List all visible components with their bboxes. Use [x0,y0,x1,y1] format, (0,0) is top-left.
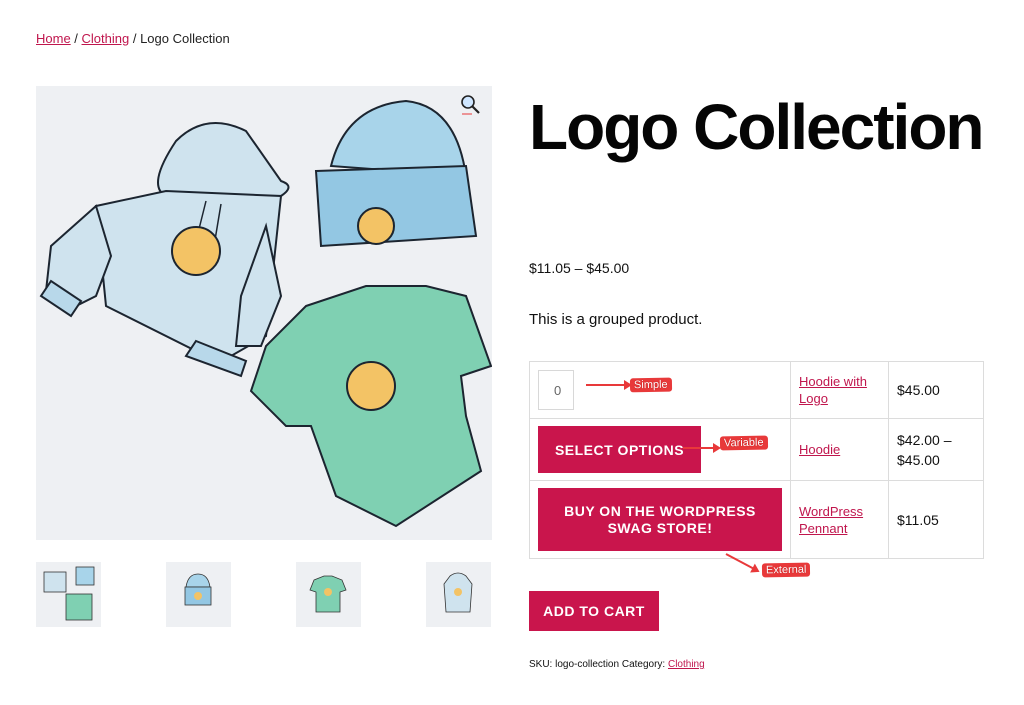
product-name-cell: WordPress Pennant [790,480,889,559]
product-title: Logo Collection [529,91,985,163]
magnifier-icon[interactable] [460,94,482,116]
category-label: Category: [621,659,666,670]
product-link-wordpress-pennant[interactable]: WordPress Pennant [799,504,863,536]
breadcrumb-clothing-link[interactable]: Clothing [82,31,130,46]
product-link-hoodie-with-logo[interactable]: Hoodie with Logo [799,374,867,406]
breadcrumb-current: Logo Collection [140,31,230,46]
annotation-external: External [761,562,811,578]
add-to-cart-button[interactable]: ADD TO CART [529,591,659,631]
gallery-thumbnail[interactable] [426,562,491,627]
product-price: $11.05 [888,480,984,559]
price-range: $11.05 – $45.00 [529,260,630,276]
annotation-simple: Simple [629,377,672,393]
beanie-illustration [314,99,478,248]
product-name-cell: Hoodie with Logo [790,361,889,419]
table-row: 0 Hoodie with Logo $45.00 [529,361,984,419]
action-cell: BUY ON THE WORDPRESS SWAG STORE! [529,480,791,559]
buy-external-button[interactable]: BUY ON THE WORDPRESS SWAG STORE! [538,488,782,551]
sku-label: SKU: [529,659,553,670]
hoodie-illustration [39,122,290,378]
emoji-patch [346,361,396,411]
annotation-arrow [586,380,632,390]
annotation-arrow [683,443,721,453]
sku-value: logo-collection [555,659,620,670]
product-description: This is a grouped product. [529,311,703,328]
breadcrumb-home-link[interactable]: Home [36,31,71,46]
product-main-image[interactable] [36,86,492,540]
gallery-thumbnail[interactable] [36,562,101,627]
table-row: BUY ON THE WORDPRESS SWAG STORE! WordPre… [529,480,984,559]
product-meta: SKU: logo-collection Category: Clothing [529,659,705,670]
select-options-button[interactable]: SELECT OPTIONS [538,426,701,473]
breadcrumb: Home / Clothing / Logo Collection [36,31,230,46]
emoji-patch [357,207,395,245]
product-link-hoodie[interactable]: Hoodie [799,442,840,457]
product-name-cell: Hoodie [790,418,889,481]
grouped-products-table: 0 Hoodie with Logo $45.00 SELECT OPTIONS… [529,361,984,559]
product-price: $45.00 [888,361,984,419]
gallery-thumbnail[interactable] [296,562,361,627]
product-price: $42.00 – $45.00 [888,418,984,481]
gallery-thumbnail[interactable] [166,562,231,627]
breadcrumb-separator: / [70,31,82,46]
quantity-input[interactable]: 0 [538,370,574,410]
annotation-variable: Variable [719,435,768,451]
breadcrumb-separator: / [129,31,141,46]
emoji-patch [171,226,221,276]
category-link[interactable]: Clothing [668,659,705,670]
product-illustration [39,99,492,528]
